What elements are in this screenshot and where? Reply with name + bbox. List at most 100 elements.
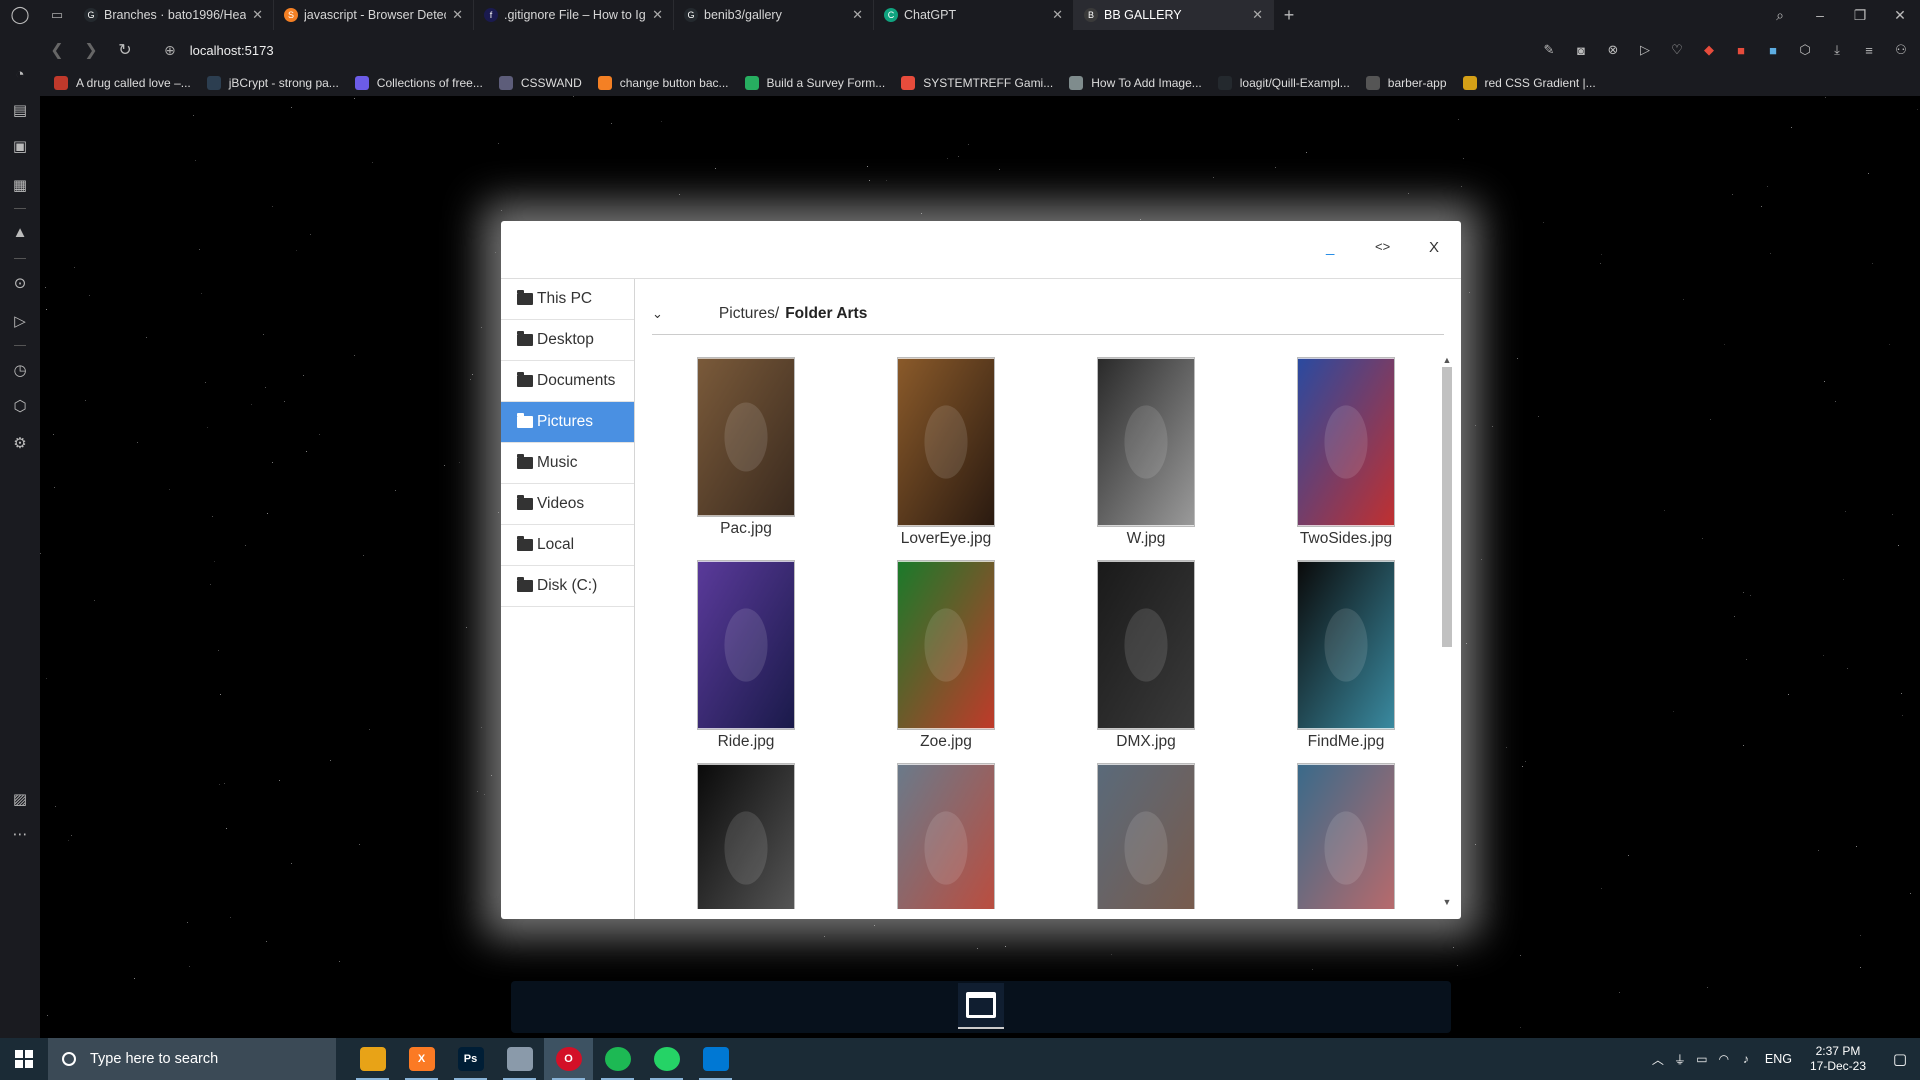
forward-button[interactable]: ❯ xyxy=(74,40,108,60)
browser-tab[interactable]: C ChatGPT ✕ xyxy=(874,0,1074,30)
image-tile[interactable]: DMX.jpg xyxy=(1066,560,1226,751)
bookmark-item[interactable]: jBCrypt - strong pa... xyxy=(206,76,339,90)
restore-window-button[interactable]: ❐ xyxy=(1840,0,1880,30)
usb-icon[interactable]: ⏚ xyxy=(1669,1051,1691,1068)
history-icon[interactable]: ◷ xyxy=(10,360,30,380)
browser-tab[interactable]: G Branches · bato1996/HealC ✕ xyxy=(74,0,274,30)
taskbar-app-vs-code[interactable] xyxy=(691,1038,740,1080)
image-thumbnail[interactable] xyxy=(1297,357,1395,527)
extension-red-icon[interactable]: ■ xyxy=(1730,39,1752,61)
scroll-down-icon[interactable]: ▼ xyxy=(1440,895,1454,909)
more-icon[interactable]: ⋯ xyxy=(10,824,30,844)
image-thumbnail[interactable] xyxy=(697,357,795,517)
language-indicator[interactable]: ENG xyxy=(1765,1052,1792,1066)
image-tile[interactable]: Pac.jpg xyxy=(666,357,826,538)
bookmark-item[interactable]: SYSTEMTREFF Gami... xyxy=(901,76,1053,90)
image-thumbnail[interactable] xyxy=(1297,763,1395,909)
edit-icon[interactable]: ✎ xyxy=(1538,39,1560,61)
search-tabs-icon[interactable]: ⌕ xyxy=(1760,0,1800,30)
image-filename[interactable]: TwoSides.jpg xyxy=(1266,530,1426,548)
image-tile[interactable]: LoverEye.jpg xyxy=(866,357,1026,548)
tray-chevron-icon[interactable]: ︿ xyxy=(1647,1051,1669,1068)
dock-window-button[interactable] xyxy=(958,983,1004,1029)
clock[interactable]: 2:37 PM 17-Dec-23 xyxy=(1810,1044,1866,1074)
breadcrumb-path[interactable]: Pictures/ xyxy=(719,305,779,323)
site-info-icon[interactable]: ⊕ xyxy=(164,42,176,59)
taskbar-app-spotify[interactable] xyxy=(593,1038,642,1080)
back-button[interactable]: ❮ xyxy=(40,40,74,60)
chevron-down-icon[interactable]: ⌄ xyxy=(652,306,663,322)
taskbar-app-opera[interactable]: O xyxy=(544,1038,593,1080)
image-thumbnail[interactable] xyxy=(897,560,995,730)
image-thumbnail[interactable] xyxy=(1097,560,1195,730)
send-sidebar-icon[interactable]: ▷ xyxy=(10,311,30,331)
minimize-window-button[interactable]: – xyxy=(1800,0,1840,30)
speed-dial-icon[interactable]: ◔ xyxy=(10,64,30,84)
settings-gear-icon[interactable]: ⚙ xyxy=(10,433,30,453)
taskbar-app-file-explorer[interactable] xyxy=(348,1038,397,1080)
cube-icon[interactable]: ⬡ xyxy=(10,396,30,416)
image-thumbnail[interactable] xyxy=(697,560,795,730)
heart-icon[interactable]: ♡ xyxy=(1666,39,1688,61)
image-thumbnail[interactable] xyxy=(1297,560,1395,730)
twitch-icon[interactable]: ▣ xyxy=(10,136,30,156)
scrollbar-thumb[interactable] xyxy=(1442,367,1452,647)
bookmark-item[interactable]: loagit/Quill-Exampl... xyxy=(1217,76,1350,90)
notifications-icon[interactable]: ▢ xyxy=(1880,1050,1920,1068)
menu-icon[interactable]: ≡ xyxy=(1858,39,1880,61)
sidebar-item-local[interactable]: Local xyxy=(501,525,634,566)
image-tile[interactable]: W.jpg xyxy=(1066,357,1226,548)
wifi-icon[interactable]: ◠ xyxy=(1713,1052,1735,1066)
send-icon[interactable]: ▷ xyxy=(1634,39,1656,61)
bookmark-item[interactable]: Collections of free... xyxy=(354,76,483,90)
image-filename[interactable]: Pac.jpg xyxy=(666,520,826,538)
close-tab-icon[interactable]: ✕ xyxy=(1052,7,1063,23)
download-icon[interactable]: ⤓ xyxy=(1826,39,1848,61)
bookmark-item[interactable]: barber-app xyxy=(1365,76,1447,90)
image-thumbnail[interactable] xyxy=(897,763,995,909)
browser-tab[interactable]: B BB GALLERY ✕ xyxy=(1074,0,1274,30)
image-tile[interactable]: Brain.jpg xyxy=(1266,763,1426,909)
image-tile[interactable]: Mountain.jpg xyxy=(866,763,1026,909)
extension-blue-icon[interactable]: ■ xyxy=(1762,39,1784,61)
sidebar-item-videos[interactable]: Videos xyxy=(501,484,634,525)
taskbar-app-xampp[interactable]: X xyxy=(397,1038,446,1080)
browser-tab[interactable]: S javascript - Browser Detect ✕ xyxy=(274,0,474,30)
opera-logo-icon[interactable]: ◯ xyxy=(0,0,40,30)
grid-scrollbar[interactable]: ▲ ▼ xyxy=(1440,353,1454,909)
taskbar-search-box[interactable]: Type here to search xyxy=(48,1038,336,1080)
image-tile[interactable]: Wave.jpg xyxy=(1066,763,1226,909)
image-thumbnail[interactable] xyxy=(1097,763,1195,909)
close-tab-icon[interactable]: ✕ xyxy=(252,7,263,23)
bookmark-item[interactable]: change button bac... xyxy=(597,76,729,90)
scroll-up-icon[interactable]: ▲ xyxy=(1440,353,1454,367)
image-filename[interactable]: FindMe.jpg xyxy=(1266,733,1426,751)
image-filename[interactable]: LoverEye.jpg xyxy=(866,530,1026,548)
sidebar-item-music[interactable]: Music xyxy=(501,443,634,484)
close-tab-icon[interactable]: ✕ xyxy=(1252,7,1263,23)
image-tile[interactable]: Ride.jpg xyxy=(666,560,826,751)
volume-icon[interactable]: ♪ xyxy=(1735,1052,1757,1066)
bookmark-item[interactable]: red CSS Gradient |... xyxy=(1462,76,1596,90)
windows-start-button[interactable] xyxy=(0,1038,48,1080)
sidebar-item-pictures[interactable]: Pictures xyxy=(501,402,634,443)
extension-icon[interactable]: ▦ xyxy=(10,175,30,195)
new-tab-button[interactable]: + xyxy=(1274,0,1304,30)
image-thumbnail[interactable] xyxy=(897,357,995,527)
taskbar-app-photoshop[interactable]: Ps xyxy=(446,1038,495,1080)
bookmark-item[interactable]: CSSWAND xyxy=(498,76,582,90)
tab-workspaces-icon[interactable]: ▭ xyxy=(40,0,74,30)
image-thumbnail[interactable] xyxy=(697,763,795,909)
image-tile[interactable]: Zoe.jpg xyxy=(866,560,1026,751)
browser-tab[interactable]: f .gitignore File – How to Ign ✕ xyxy=(474,0,674,30)
image-filename[interactable]: Ride.jpg xyxy=(666,733,826,751)
explorer-close-button[interactable]: X xyxy=(1429,239,1439,256)
shopping-icon[interactable]: ▤ xyxy=(10,100,30,120)
camera-icon[interactable]: ◙ xyxy=(1570,39,1592,61)
explorer-minimize-button[interactable]: _ xyxy=(1326,239,1334,256)
bookmark-item[interactable]: Build a Survey Form... xyxy=(744,76,885,90)
close-tab-icon[interactable]: ✕ xyxy=(452,7,463,23)
profile-icon[interactable]: ⚇ xyxy=(1890,39,1912,61)
url-text[interactable]: localhost:5173 xyxy=(190,43,274,58)
image-filename[interactable]: Zoe.jpg xyxy=(866,733,1026,751)
